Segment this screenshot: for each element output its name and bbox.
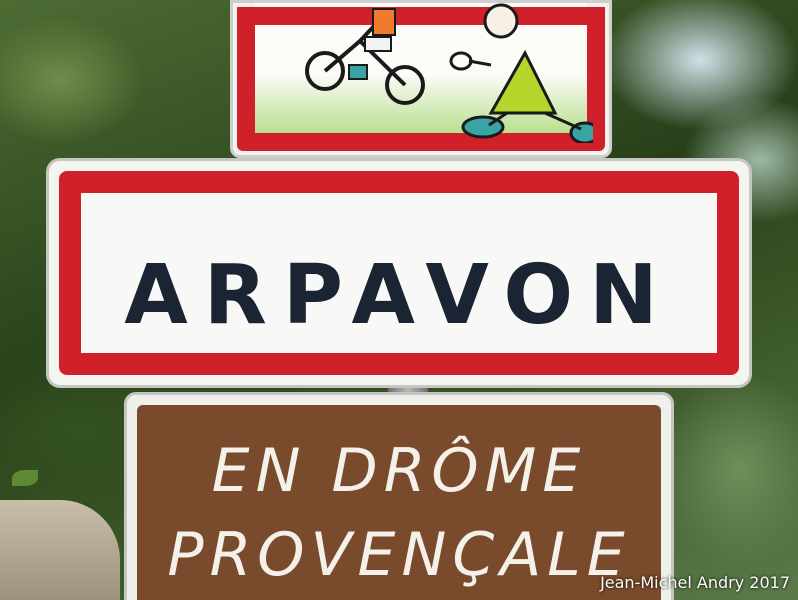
brown-panel: EN DRÔME PROVENÇALE bbox=[137, 405, 661, 600]
children-pictogram bbox=[305, 3, 593, 143]
children-warning-sign bbox=[230, 0, 612, 158]
town-entry-sign: ARPAVON bbox=[46, 158, 752, 388]
sign-red-border: ARPAVON bbox=[59, 171, 739, 375]
region-line-1: EN DRÔME bbox=[211, 436, 587, 506]
child-figure-icon bbox=[449, 3, 593, 143]
leaf bbox=[12, 470, 38, 486]
photo-scene: ARPAVON EN DRÔME PROVENÇALE Jean-Michel … bbox=[0, 0, 798, 600]
region-sign: EN DRÔME PROVENÇALE bbox=[124, 392, 674, 600]
region-line-2: PROVENÇALE bbox=[167, 520, 631, 590]
photo-credit: Jean-Michel Andry 2017 bbox=[600, 573, 790, 592]
town-name: ARPAVON bbox=[124, 248, 674, 343]
